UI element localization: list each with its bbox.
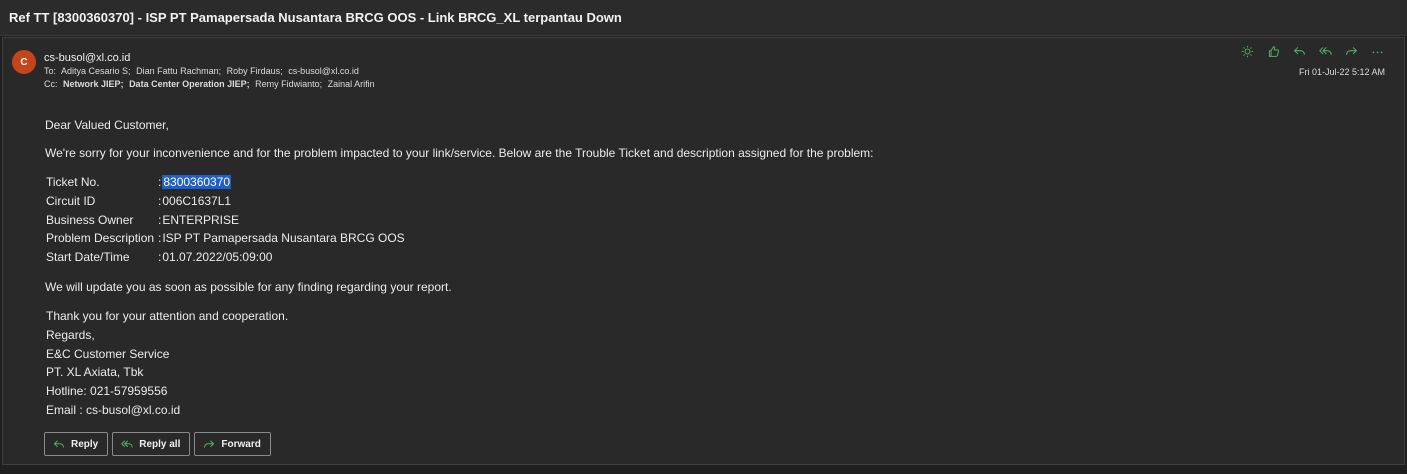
reply-all-label: Reply all <box>139 438 181 450</box>
intro-paragraph: We're sorry for your inconvenience and f… <box>45 146 874 160</box>
more-icon[interactable] <box>1364 43 1390 59</box>
cc-recipients: Cc: Network JIEP; Data Center Operation … <box>44 79 378 89</box>
ticket-number[interactable]: 8300360370 <box>162 175 232 189</box>
signature-line: Thank you for your attention and coopera… <box>46 309 289 323</box>
reply-icon[interactable] <box>1286 43 1312 59</box>
reply-icon <box>53 439 65 448</box>
ticket-value: ISP PT Pamapersada Nusantara BRCG OOS <box>162 231 405 245</box>
forward-label: Forward <box>221 438 261 450</box>
to-label: To: <box>44 66 57 76</box>
signature-line: Hotline: 021-57959556 <box>46 384 168 398</box>
message-card: C cs-busol@xl.co.id To: Aditya Cesario S… <box>2 37 1405 465</box>
cc-recipient[interactable]: Data Center Operation JIEP; <box>129 79 250 89</box>
sender-address[interactable]: cs-busol@xl.co.id <box>44 52 130 64</box>
sent-timestamp: Fri 01-Jul-22 5:12 AM <box>1298 67 1385 77</box>
like-icon[interactable] <box>1260 43 1286 59</box>
cc-recipient[interactable]: Remy Fidwianto; <box>255 79 322 89</box>
forward-button[interactable]: Forward <box>194 432 271 456</box>
ticket-key: Business Owner <box>46 213 134 227</box>
update-paragraph: We will update you as soon as possible f… <box>45 280 452 294</box>
forward-icon[interactable] <box>1338 43 1364 59</box>
recipient[interactable]: Roby Firdaus; <box>227 66 283 76</box>
message-actions <box>1234 43 1390 59</box>
signature-line: Email : cs-busol@xl.co.id <box>46 403 181 417</box>
reply-button[interactable]: Reply <box>44 432 109 456</box>
reply-all-button[interactable]: Reply all <box>112 432 191 456</box>
ticket-value: ENTERPRISE <box>162 213 240 227</box>
reply-label: Reply <box>71 438 99 450</box>
cc-recipient[interactable]: Network JIEP; <box>63 79 124 89</box>
recipient[interactable]: cs-busol@xl.co.id <box>288 66 359 76</box>
cc-recipient[interactable]: Zainal Arifin <box>328 79 375 89</box>
ticket-key: Circuit ID <box>46 194 96 208</box>
brightness-icon[interactable] <box>1234 43 1260 59</box>
cc-label: Cc: <box>44 79 58 89</box>
signature-line: E&C Customer Service <box>46 347 170 361</box>
ticket-key: Start Date/Time <box>46 250 130 264</box>
to-recipients: To: Aditya Cesario S; Dian Fattu Rachman… <box>44 66 362 76</box>
signature-line: Regards, <box>46 328 95 342</box>
recipient[interactable]: Dian Fattu Rachman; <box>136 66 221 76</box>
forward-icon <box>204 439 215 448</box>
ticket-key: Ticket No. <box>46 175 100 189</box>
subject-bar: Ref TT [8300360370] - ISP PT Pamapersada… <box>0 0 1407 36</box>
ticket-value: 006C1637L1 <box>162 194 232 208</box>
ticket-value: 01.07.2022/05:09:00 <box>162 250 273 264</box>
ticket-key: Problem Description <box>46 231 155 245</box>
signature-line: PT. XL Axiata, Tbk <box>46 365 144 379</box>
reply-all-icon[interactable] <box>1312 43 1338 59</box>
reply-bar: Reply Reply all Forward <box>44 432 271 456</box>
reply-all-icon <box>121 439 134 448</box>
recipient[interactable]: Aditya Cesario S; <box>61 66 131 76</box>
greeting: Dear Valued Customer, <box>45 118 169 132</box>
email-subject: Ref TT [8300360370] - ISP PT Pamapersada… <box>9 10 622 25</box>
sender-avatar[interactable]: C <box>12 50 36 74</box>
